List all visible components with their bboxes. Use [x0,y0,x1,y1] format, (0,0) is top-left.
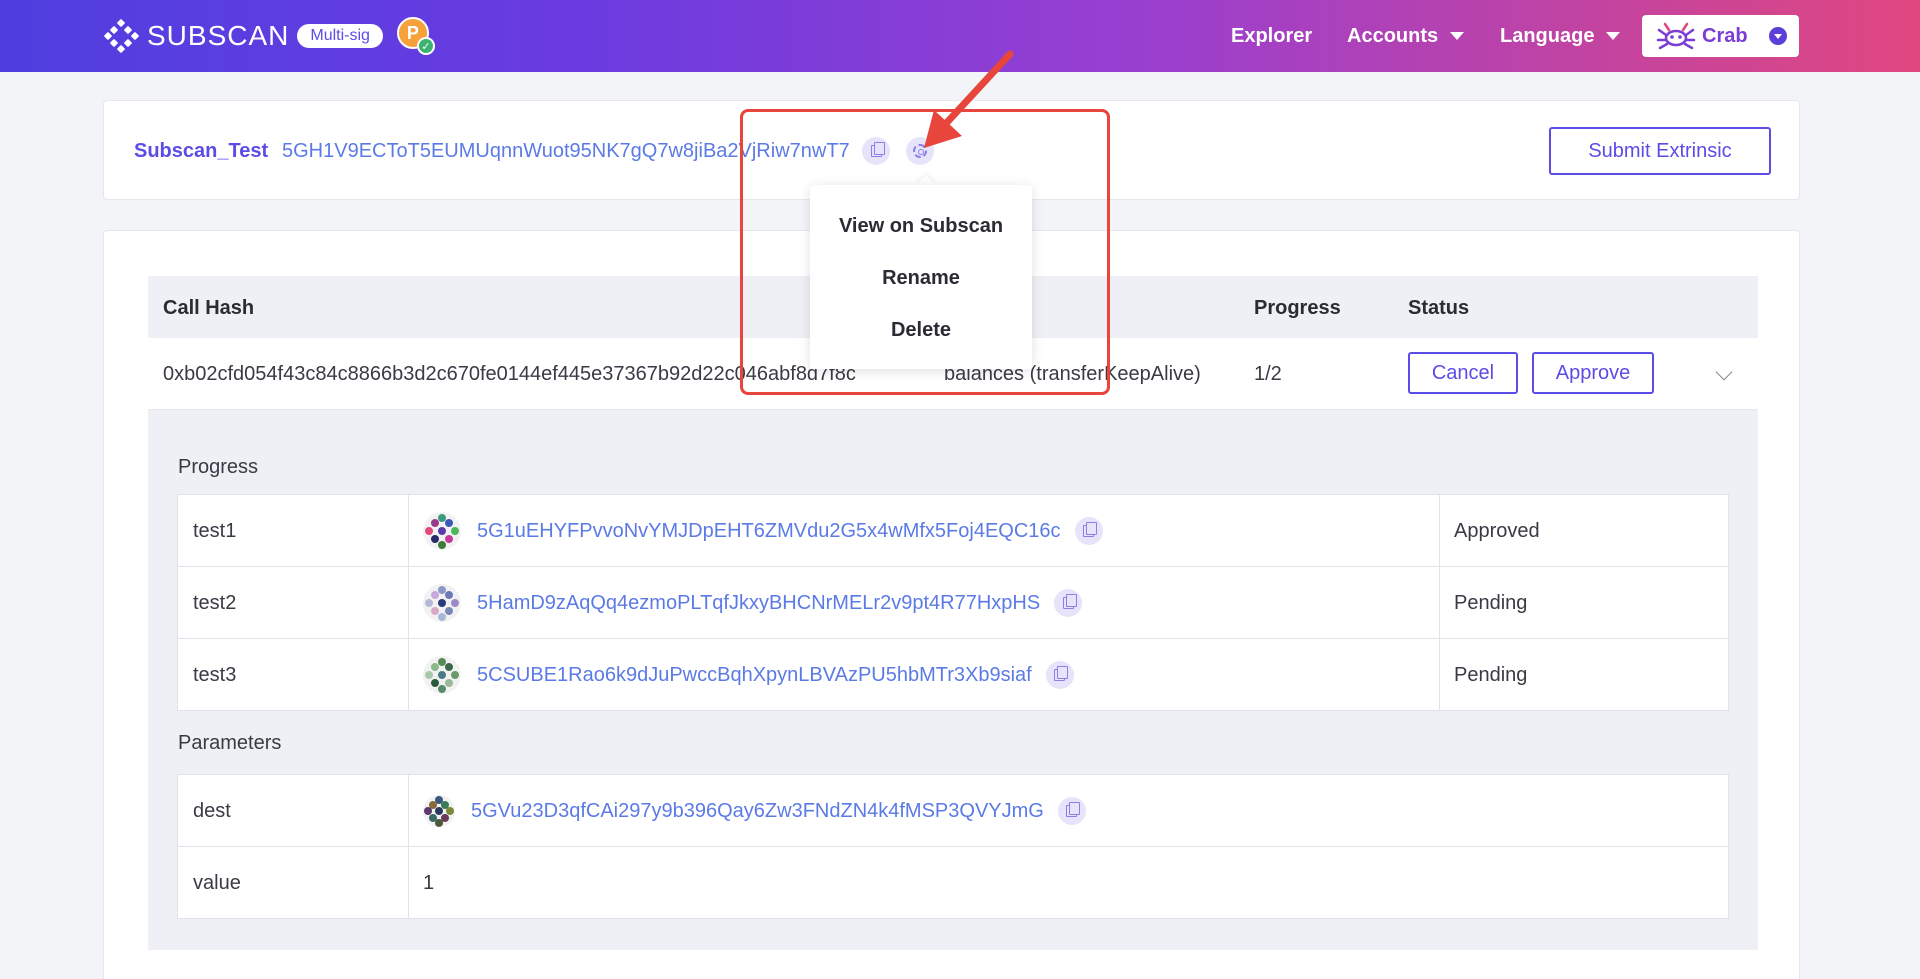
copy-icon[interactable] [1057,797,1086,825]
signer-status: Approved [1454,519,1540,542]
table-row: test2 5HamD9zAqQq4ezmoPLTqfJkxyBHCNrMELr… [178,567,1728,639]
signer-name: test2 [193,591,237,614]
account-name: Subscan_Test [134,140,269,162]
network-name: Crab [1702,24,1748,47]
signer-address-cell: 5HamD9zAqQq4ezmoPLTqfJkxyBHCNrMELr2v9pt4… [423,567,1083,639]
chevron-down-icon [1450,32,1465,40]
signer-status: Pending [1454,663,1528,686]
approve-button[interactable]: Approve [1532,352,1654,394]
signer-address-cell: 5CSUBE1Rao6k9dJuPwccBqhXpynLBVAzPU5hbMTr… [423,639,1074,711]
header-call-hash: Call Hash [163,297,255,319]
table-row: value 1 [178,847,1728,919]
cancel-button[interactable]: Cancel [1408,352,1518,394]
parameters-section-title: Parameters [178,732,282,754]
nav-accounts-label: Accounts [1347,24,1439,47]
signer-name: test1 [193,519,237,542]
check-icon: ✓ [416,37,435,55]
nav-language[interactable]: Language [1500,0,1621,72]
signer-address[interactable]: 5CSUBE1Rao6k9dJuPwccBqhXpynLBVAzPU5hbMTr… [477,664,1032,687]
nav-explorer[interactable]: Explorer [1231,0,1312,72]
signer-name: test3 [193,663,237,686]
param-value: 1 [423,871,435,894]
nav-explorer-label: Explorer [1231,24,1313,47]
chevron-down-icon[interactable] [1715,363,1733,381]
brand[interactable]: SUBSCAN Multi-sig P ✓ [103,17,435,55]
header-status: Status [1408,297,1470,319]
signer-address[interactable]: 5HamD9zAqQq4ezmoPLTqfJkxyBHCNrMELr2v9pt4… [477,592,1040,615]
subscan-logo-icon [103,18,140,54]
param-address[interactable]: 5GVu23D3qfCAi297y9b396Qay6Zw3FNdZN4k4fMS… [471,800,1044,823]
copy-icon[interactable] [1074,517,1103,545]
signer-address-cell: 5G1uEHYFPvvoNvYMJDpEHT6ZMVdu2G5x4wMfx5Fo… [423,495,1103,567]
signer-status: Pending [1454,591,1528,614]
param-name: dest [193,799,231,822]
brand-name: SUBSCAN [147,20,290,51]
multisig-badge: Multi-sig [297,24,383,48]
identicon-icon [423,795,455,827]
table-row: test3 5CSUBE1Rao6k9dJuPwccBqhXpynLBVAzPU… [178,639,1728,711]
parameters-table: dest 5GVu23D3qfCAi297y9b396Qay6Zw3FNdZN4… [177,774,1729,919]
table-row: dest 5GVu23D3qfCAi297y9b396Qay6Zw3FNdZN4… [178,775,1728,847]
copy-icon[interactable] [1045,661,1074,689]
polkadot-icon[interactable]: P ✓ [396,17,435,55]
chevron-down-icon [1606,32,1621,40]
param-value-cell: 5GVu23D3qfCAi297y9b396Qay6Zw3FNdZN4k4fMS… [423,775,1086,847]
signer-address[interactable]: 5G1uEHYFPvvoNvYMJDpEHT6ZMVdu2G5x4wMfx5Fo… [477,520,1061,543]
signers-table: test1 5G1uEHYFPvvoNvYMJDpEHT6ZMVdu2G5x4w… [177,494,1729,711]
nav-language-label: Language [1500,24,1595,47]
network-selector[interactable]: Crab [1642,15,1799,57]
header-progress: Progress [1254,297,1341,319]
table-row: test1 5G1uEHYFPvvoNvYMJDpEHT6ZMVdu2G5x4w… [178,495,1728,567]
crab-icon [1656,22,1696,50]
chevron-down-icon [1769,27,1787,45]
identicon-icon [423,656,461,694]
call-detail-panel: Progress test1 5G1uEHYFPvvoNvYMJDpEHT6ZM… [148,410,1758,950]
progress-section-title: Progress [178,456,259,478]
call-progress: 1/2 [1254,363,1282,385]
identicon-icon [423,584,461,622]
copy-icon[interactable] [1054,589,1083,617]
nav-accounts[interactable]: Accounts [1347,0,1465,72]
param-name: value [193,871,241,894]
identicon-icon [423,512,461,550]
annotation-arrow-icon [924,50,1014,148]
submit-extrinsic-button[interactable]: Submit Extrinsic [1549,127,1771,175]
